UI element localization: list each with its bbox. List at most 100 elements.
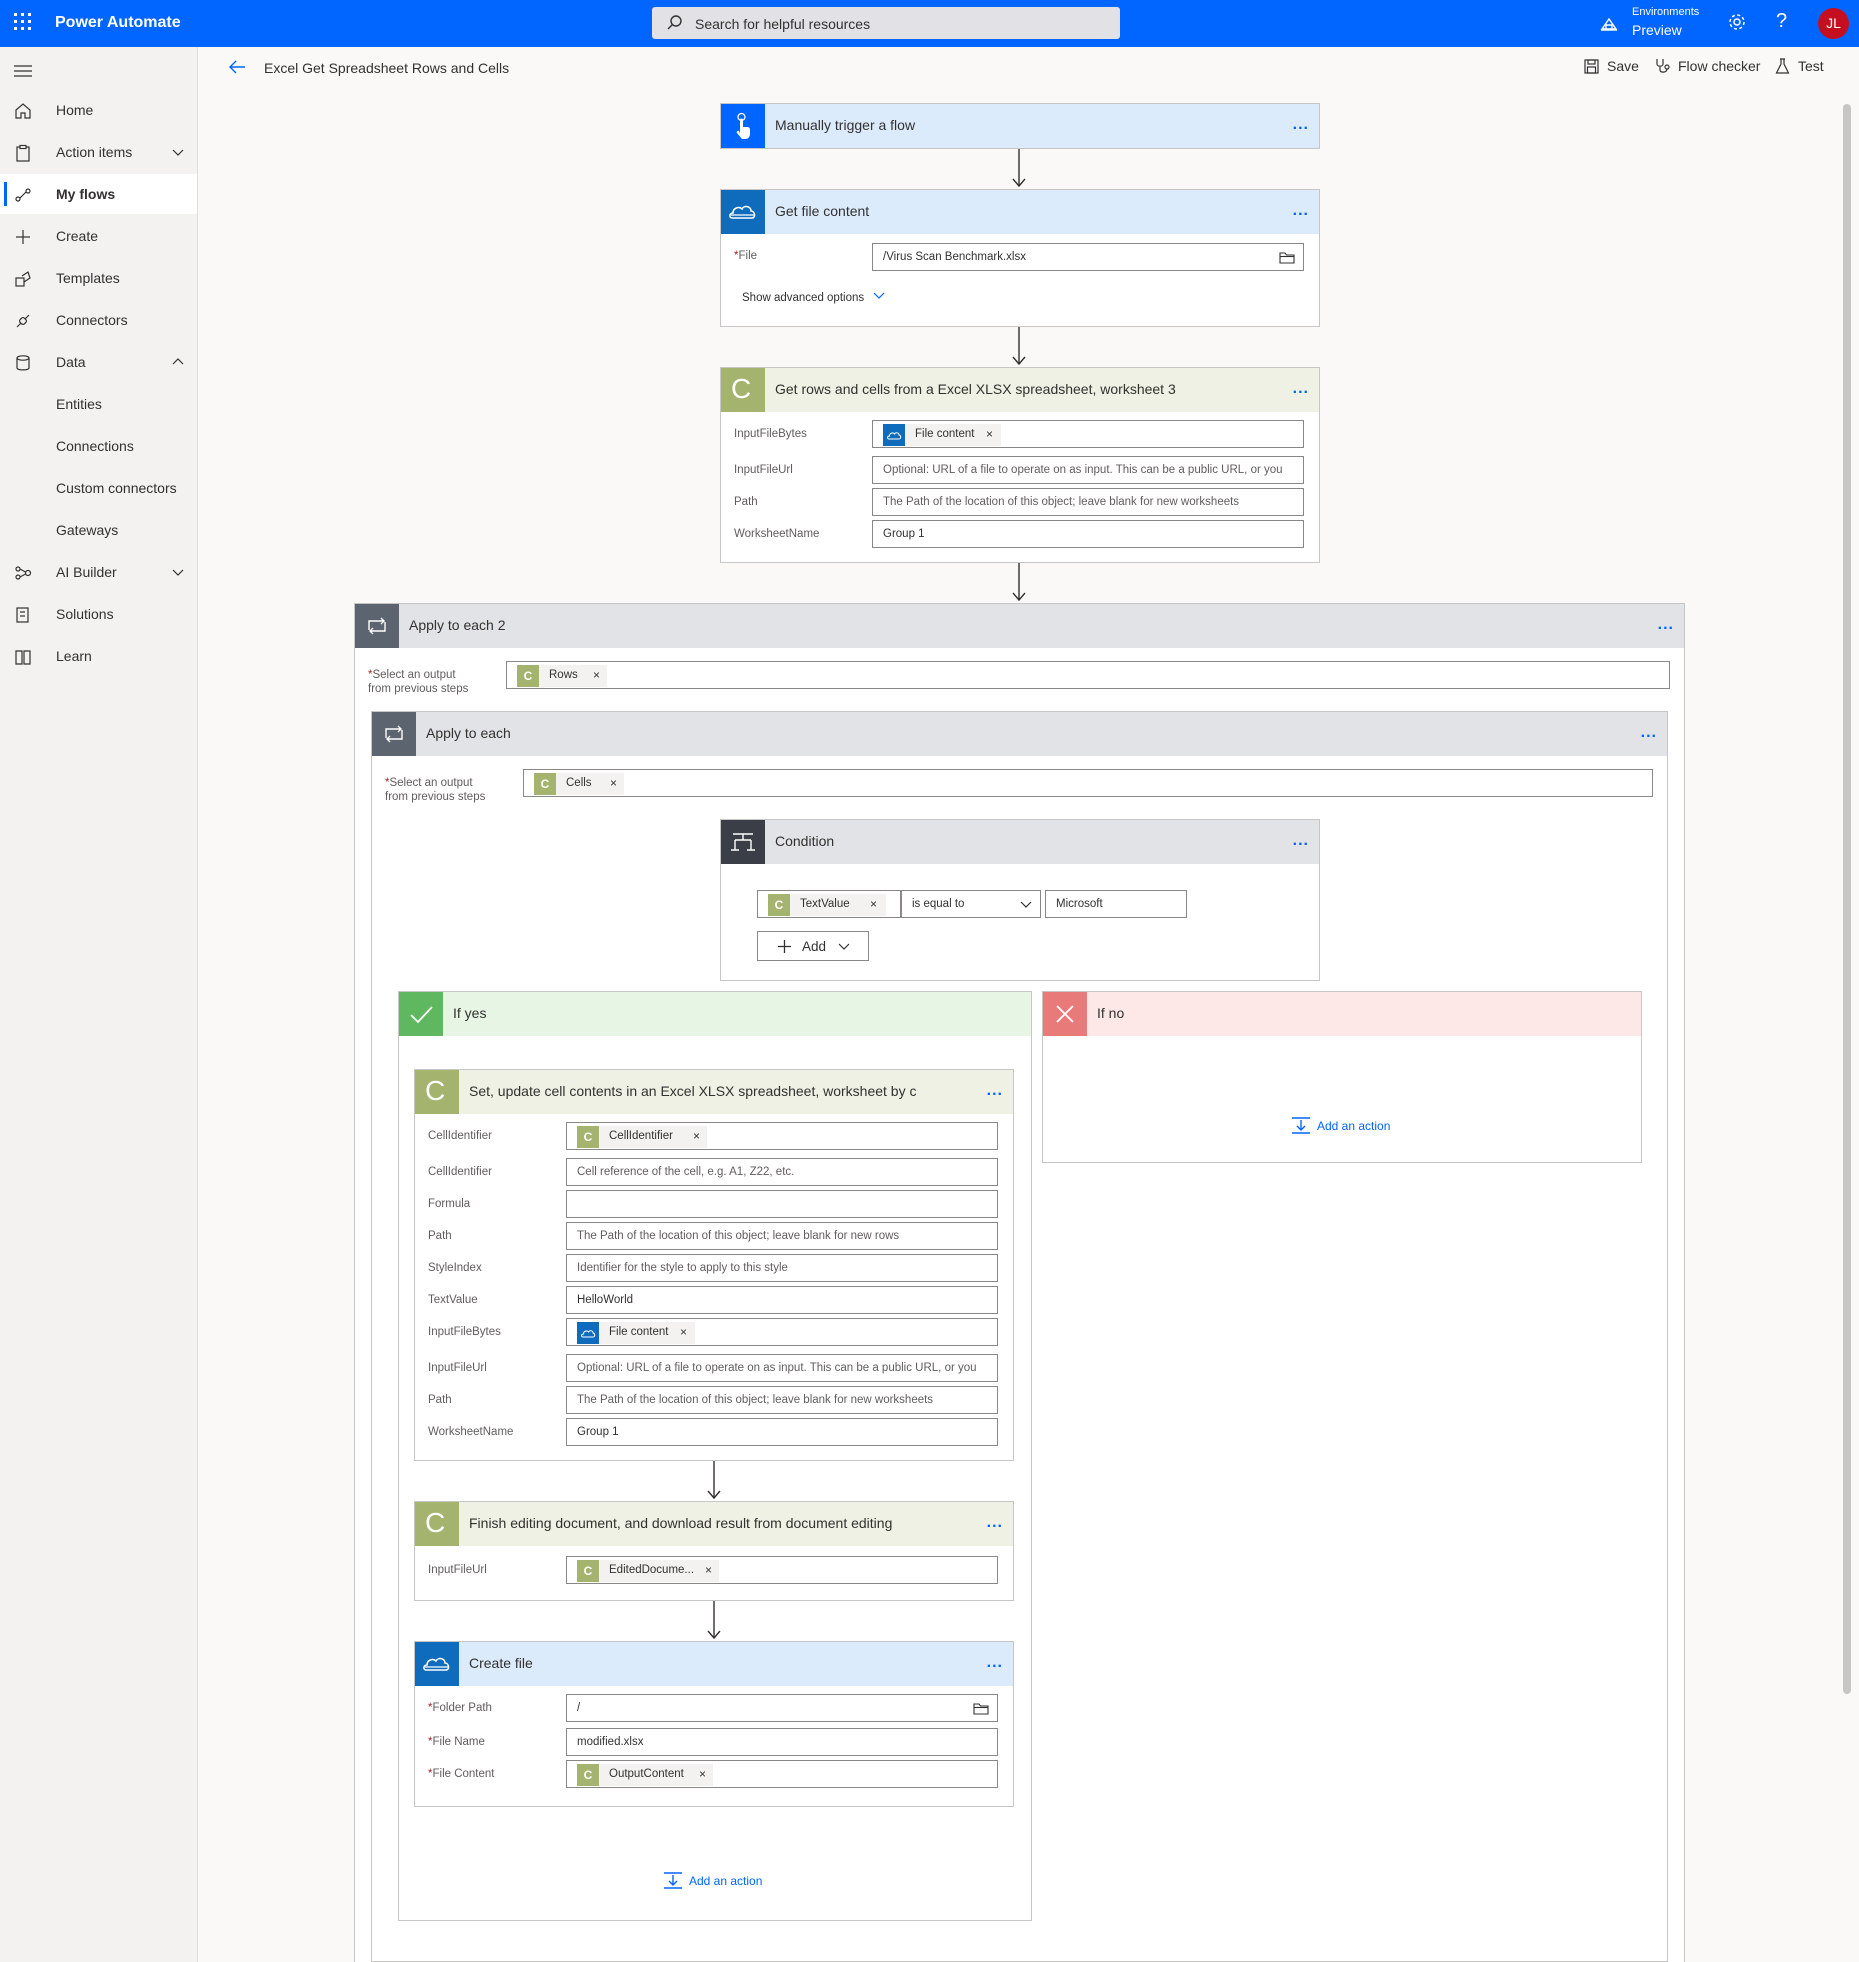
sidebar-item-action-items[interactable]: Action items [0, 132, 197, 172]
condition-add-button[interactable]: Add [757, 931, 869, 961]
user-avatar[interactable]: JL [1818, 8, 1849, 39]
cellidentifier-token[interactable]: C CellIdentifier × [577, 1126, 707, 1148]
chevron-down-icon[interactable] [171, 145, 185, 159]
style-index-field[interactable]: Identifier for the style to apply to thi… [566, 1254, 998, 1282]
cells-token[interactable]: C Cells × [534, 773, 624, 795]
input-file-url-field[interactable]: Optional: URL of a file to operate on as… [566, 1354, 998, 1382]
apply-to-each-header[interactable]: Apply to each ... [372, 712, 1667, 756]
textvalue-token[interactable]: C TextValue × [768, 894, 886, 916]
chevron-down-icon[interactable] [171, 565, 185, 579]
edited-document-token[interactable]: C EditedDocume... × [577, 1560, 719, 1582]
remove-token-icon[interactable]: × [593, 668, 600, 682]
trigger-card[interactable]: Manually trigger a flow ... [720, 103, 1320, 149]
apply-to-each-2-header[interactable]: Apply to each 2 ... [355, 604, 1684, 648]
finish-editing-header[interactable]: C Finish editing document, and download … [415, 1502, 1013, 1546]
sidebar-item-learn[interactable]: Learn [0, 636, 197, 676]
folder-picker-icon[interactable] [1279, 251, 1295, 264]
file-path-input[interactable]: /Virus Scan Benchmark.xlsx [872, 243, 1304, 271]
if-no-add-action-button[interactable]: Add an action [1291, 1116, 1390, 1134]
app-launcher-icon[interactable] [14, 13, 34, 33]
more-options-icon[interactable]: ... [987, 1082, 1003, 1100]
folder-picker-icon[interactable] [973, 1702, 989, 1715]
input-file-url-field[interactable]: Optional: URL of a file to operate on as… [872, 456, 1304, 484]
text-value-field[interactable]: HelloWorld [566, 1286, 998, 1314]
sidebar-item-connections[interactable]: Connections [0, 426, 197, 466]
file-content-token[interactable]: File content × [883, 424, 1001, 446]
sidebar-item-create[interactable]: Create [0, 216, 197, 256]
canvas-scrollbar[interactable] [1840, 92, 1854, 1962]
sidebar-item-custom-connectors[interactable]: Custom connectors [0, 468, 197, 508]
remove-token-icon[interactable]: × [693, 1129, 700, 1143]
sidebar-item-home[interactable]: Home [0, 90, 197, 130]
show-advanced-options[interactable]: Show advanced options [742, 291, 885, 304]
app-name[interactable]: Power Automate [55, 14, 181, 32]
output-content-token[interactable]: C OutputContent × [577, 1764, 713, 1786]
remove-token-icon[interactable]: × [699, 1767, 706, 1781]
test-button[interactable]: Test [1775, 58, 1824, 74]
sidebar-item-entities[interactable]: Entities [0, 384, 197, 424]
remove-token-icon[interactable]: × [610, 776, 617, 790]
get-rows-cells-header[interactable]: C Get rows and cells from a Excel XLSX s… [721, 368, 1319, 412]
help-icon[interactable]: ? [1776, 10, 1787, 33]
remove-token-icon[interactable]: × [870, 897, 877, 911]
input-file-bytes-field[interactable]: File content × [566, 1318, 998, 1346]
hamburger-menu-icon[interactable] [14, 64, 32, 78]
sidebar-item-gateways[interactable]: Gateways [0, 510, 197, 550]
sidebar-item-solutions[interactable]: Solutions [0, 594, 197, 634]
formula-field[interactable] [566, 1190, 998, 1218]
if-yes-add-action-button[interactable]: Add an action [663, 1871, 762, 1889]
remove-token-icon[interactable]: × [986, 427, 993, 441]
more-options-icon[interactable]: ... [987, 1514, 1003, 1532]
condition-header[interactable]: Condition ... [721, 820, 1319, 864]
condition-right-operand[interactable]: Microsoft [1045, 890, 1187, 918]
more-options-icon[interactable]: ... [1658, 616, 1674, 634]
sidebar-item-data[interactable]: Data [0, 342, 197, 382]
input-file-bytes-field[interactable]: File content × [872, 420, 1304, 448]
back-arrow-icon[interactable] [228, 59, 246, 75]
trigger-header[interactable]: Manually trigger a flow ... [721, 104, 1319, 148]
file-content-field[interactable]: C OutputContent × [566, 1760, 998, 1788]
input-file-url-field[interactable]: C EditedDocume... × [566, 1556, 998, 1584]
condition-left-operand[interactable]: C TextValue × [757, 890, 901, 918]
sidebar-item-ai-builder[interactable]: AI Builder [0, 552, 197, 592]
folder-path-field[interactable]: / [566, 1694, 998, 1722]
worksheet-name-field[interactable]: Group 1 [566, 1418, 998, 1446]
environment-picker[interactable]: Environments Preview [1600, 6, 1699, 42]
path-field[interactable]: The Path of the location of this object;… [566, 1222, 998, 1250]
path-field[interactable]: The Path of the location of this object;… [566, 1386, 998, 1414]
remove-token-icon[interactable]: × [705, 1563, 712, 1577]
if-yes-header[interactable]: If yes [399, 992, 1031, 1036]
settings-gear-icon[interactable] [1727, 12, 1747, 32]
apply-2-select-output-field[interactable]: C Rows × [506, 661, 1670, 689]
rows-token[interactable]: C Rows × [517, 665, 607, 687]
sidebar-item-label: Custom connectors [56, 480, 177, 496]
file-name-field[interactable]: modified.xlsx [566, 1728, 998, 1756]
path-field[interactable]: The Path of the location of this object;… [872, 488, 1304, 516]
more-options-icon[interactable]: ... [987, 1654, 1003, 1672]
worksheet-name-field[interactable]: Group 1 [872, 520, 1304, 548]
sidebar-item-templates[interactable]: Templates [0, 258, 197, 298]
create-file-header[interactable]: Create file ... [415, 1642, 1013, 1686]
sidebar-item-my-flows[interactable]: My flows [0, 174, 197, 214]
more-options-icon[interactable]: ... [1293, 832, 1309, 850]
scrollbar-thumb[interactable] [1843, 104, 1851, 1694]
more-options-icon[interactable]: ... [1293, 380, 1309, 398]
cell-identifier-token-field[interactable]: C CellIdentifier × [566, 1122, 998, 1150]
cell-identifier-field[interactable]: Cell reference of the cell, e.g. A1, Z22… [566, 1158, 998, 1186]
more-options-icon[interactable]: ... [1293, 202, 1309, 220]
file-content-token[interactable]: File content × [577, 1322, 695, 1344]
remove-token-icon[interactable]: × [680, 1325, 687, 1339]
more-options-icon[interactable]: ... [1641, 724, 1657, 742]
more-options-icon[interactable]: ... [1293, 116, 1309, 134]
home-icon [15, 103, 31, 119]
condition-operator-select[interactable]: is equal to [901, 890, 1041, 918]
sidebar-item-connectors[interactable]: Connectors [0, 300, 197, 340]
set-cell-header[interactable]: C Set, update cell contents in an Excel … [415, 1070, 1013, 1114]
get-file-content-header[interactable]: Get file content ... [721, 190, 1319, 234]
search-box[interactable]: Search for helpful resources [652, 7, 1120, 39]
save-button[interactable]: Save [1584, 58, 1639, 74]
if-no-header[interactable]: If no [1043, 992, 1641, 1036]
flow-checker-button[interactable]: Flow checker [1654, 58, 1760, 74]
chevron-up-icon[interactable] [171, 355, 185, 369]
apply-select-output-field[interactable]: C Cells × [523, 769, 1653, 797]
